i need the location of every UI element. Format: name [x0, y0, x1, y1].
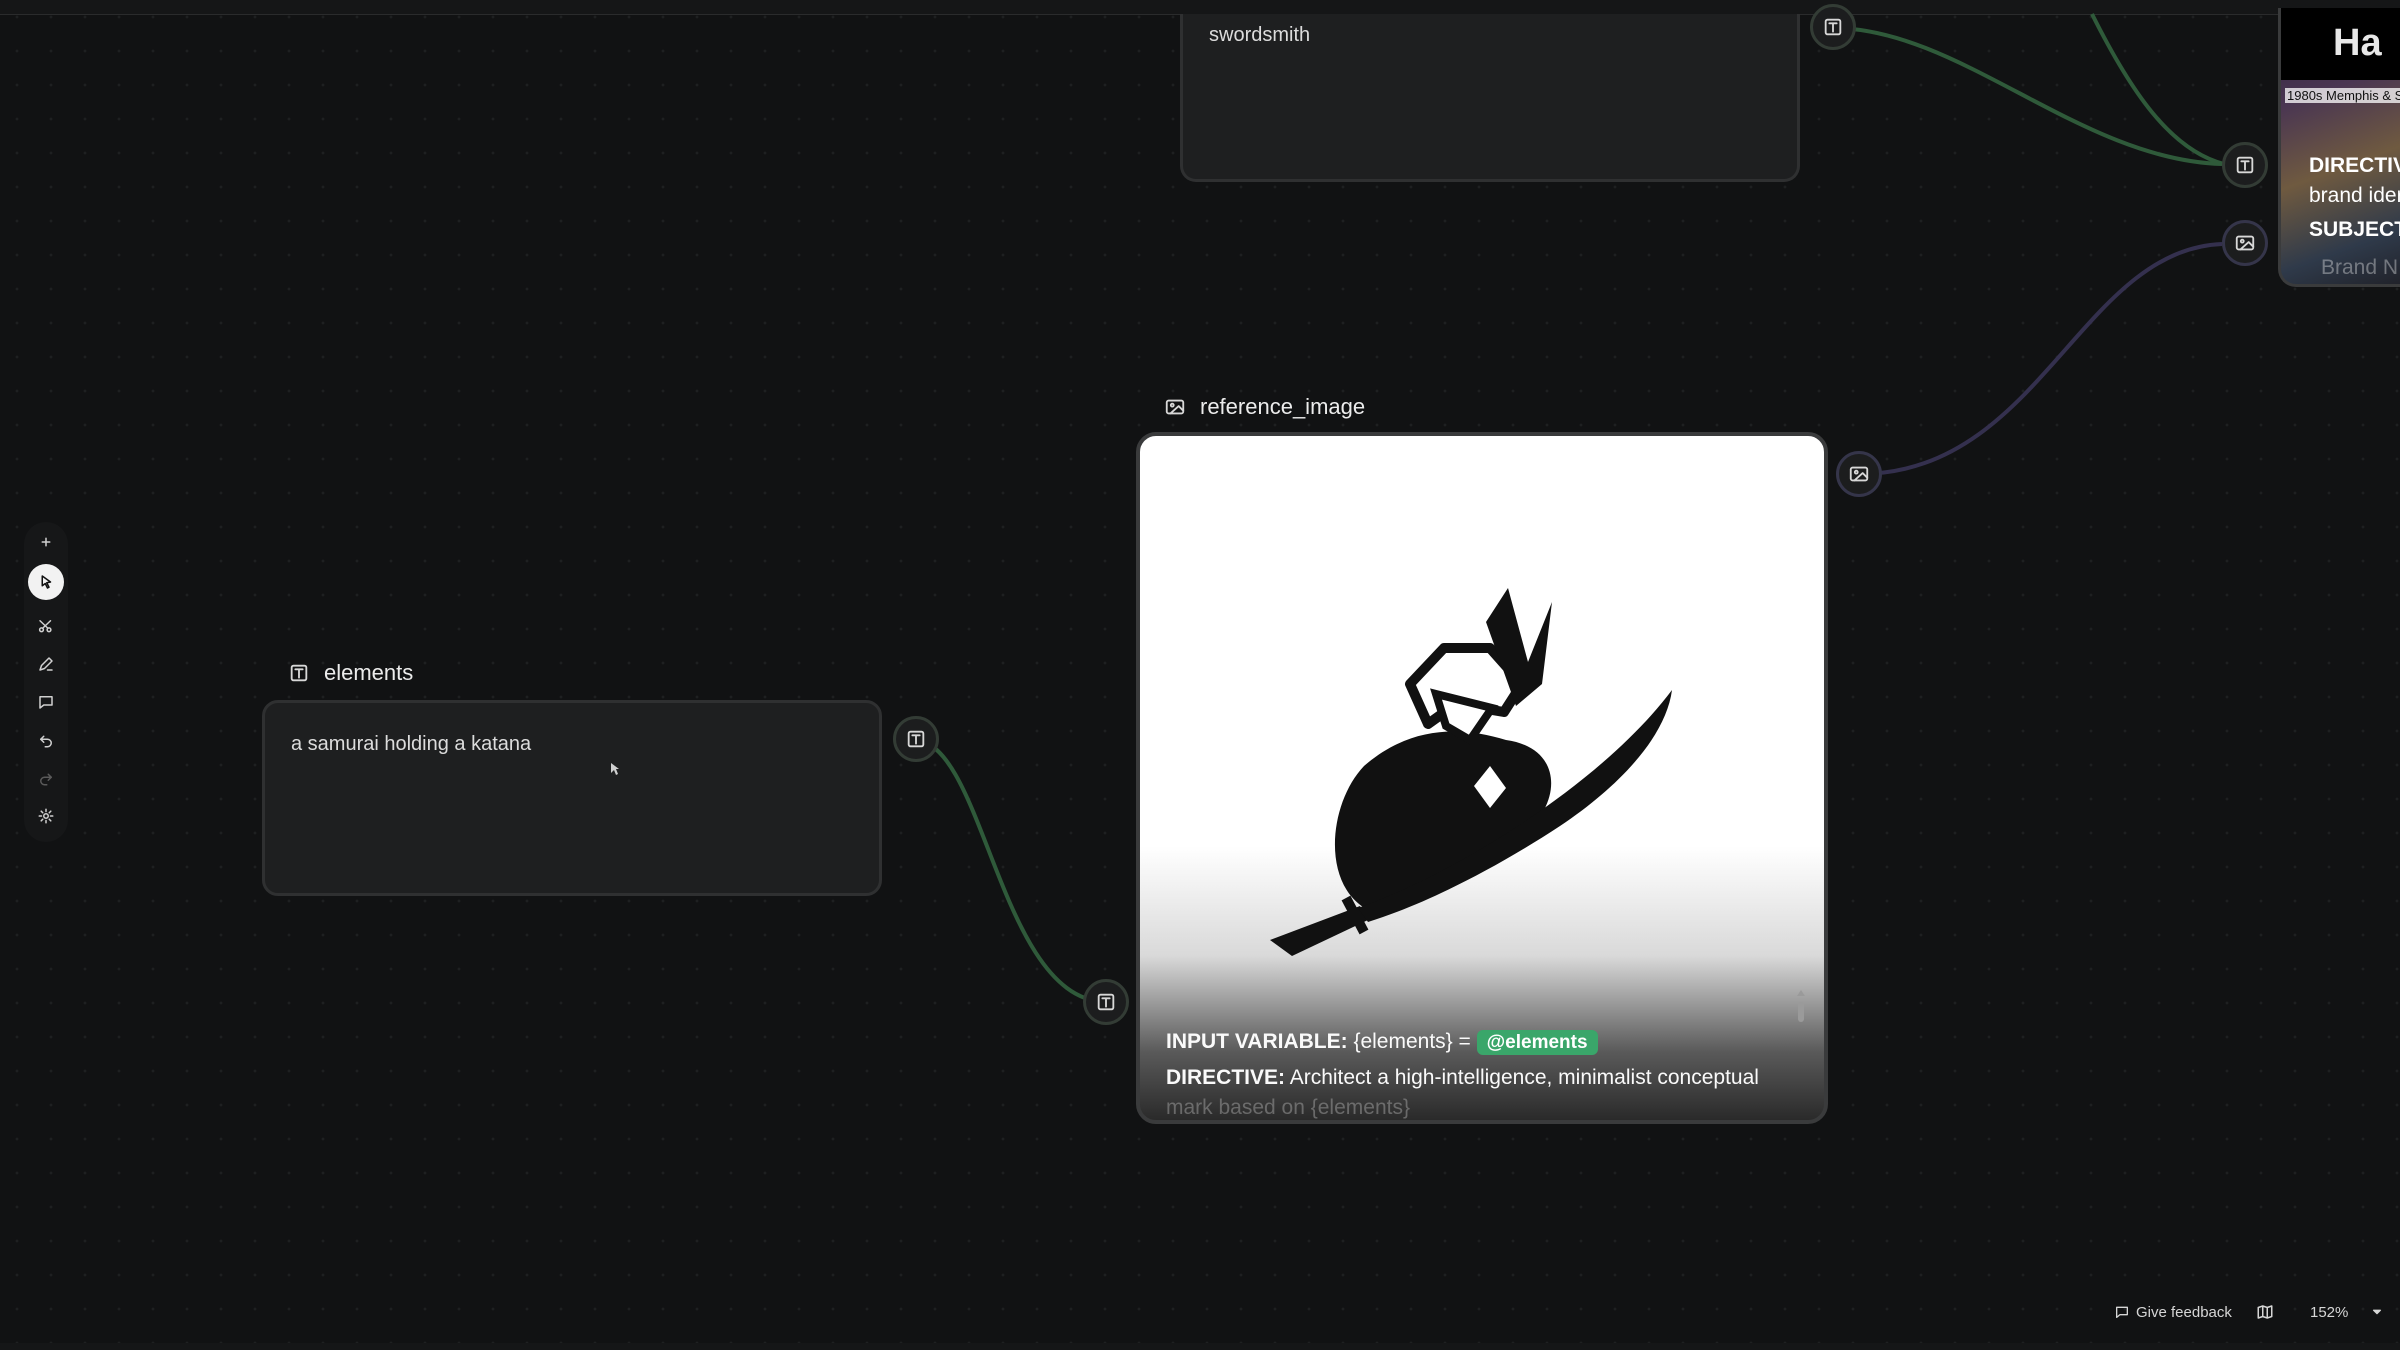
draw-tool-button[interactable]	[32, 650, 60, 678]
preview-logo-text: Ha	[2333, 22, 2382, 64]
preview-line-2: brand ider	[2309, 184, 2400, 207]
elements-text-node[interactable]: a samurai holding a katana	[262, 700, 882, 896]
comment-icon	[39, 696, 53, 709]
wire-top-to-preview	[1832, 26, 2223, 166]
mouse-cursor	[611, 763, 619, 775]
undo-button[interactable]	[32, 726, 60, 754]
elements-output-port[interactable]	[893, 716, 939, 762]
prompt-var-label: INPUT VARIABLE:	[1166, 1030, 1348, 1053]
reference-image-node-title: reference_image	[1164, 394, 1365, 420]
redo-icon	[40, 773, 52, 786]
preview-caption: 1980s Memphis & S	[2285, 88, 2400, 103]
samurai-logo-image	[1270, 588, 1672, 956]
image-output-port[interactable]	[1836, 451, 1882, 497]
prompt-var-value: {elements} =	[1353, 1030, 1471, 1053]
chevron-down-icon	[2373, 1309, 2382, 1315]
image-icon	[1165, 399, 1185, 415]
node-title-label: elements	[324, 660, 414, 685]
preview-line-3: SUBJECT	[2309, 218, 2400, 241]
zoom-dropdown[interactable]: 152%	[2310, 1300, 2384, 1324]
wire-elements-to-image	[915, 738, 1107, 1004]
settings-button[interactable]	[32, 802, 60, 830]
output-preview-node[interactable]: Ha 1980s Memphis & S DIRECTIV brand ider…	[2278, 8, 2400, 287]
zoom-level: 152%	[2310, 1303, 2349, 1321]
text-icon	[907, 730, 925, 748]
preview-line-4: Brand N	[2321, 256, 2399, 279]
minimap-toggle-button[interactable]	[2256, 1300, 2274, 1324]
pointer-icon	[41, 575, 52, 589]
image-input-port[interactable]	[1083, 979, 1129, 1025]
image-icon	[2235, 235, 2255, 251]
cut-tool-button[interactable]	[32, 612, 60, 640]
map-icon	[2257, 1305, 2273, 1319]
prompt-directive-line: DIRECTIVE: Architect a high-intelligence…	[1166, 1066, 1759, 1090]
text-icon	[1097, 993, 1115, 1011]
image-icon	[1849, 466, 1869, 482]
feedback-label: Give feedback	[2136, 1303, 2232, 1321]
elements-node-title: elements	[288, 660, 413, 686]
node-title-label: reference_image	[1200, 394, 1366, 419]
pen-icon	[39, 657, 53, 671]
wire-image-to-preview	[1858, 242, 2223, 476]
prompt-directive-label: DIRECTIVE:	[1166, 1066, 1286, 1089]
plus-icon	[41, 537, 51, 547]
text-icon	[1824, 18, 1842, 36]
bottom-edge	[0, 1343, 2400, 1350]
variable-tag[interactable]: @elements	[1476, 1030, 1598, 1055]
node-text-value: a samurai holding a katana	[291, 733, 532, 755]
wire-top-right-to-preview	[2090, 13, 2225, 166]
redo-button[interactable]	[32, 764, 60, 792]
give-feedback-button[interactable]: Give feedback	[2114, 1300, 2232, 1324]
preview-line-1: DIRECTIV	[2309, 154, 2400, 177]
add-node-button[interactable]	[32, 528, 60, 556]
preview-image-input-port[interactable]	[2222, 220, 2268, 266]
text-icon	[290, 664, 308, 682]
prompt-input-variable-line: INPUT VARIABLE: {elements} = @elements	[1166, 1030, 1598, 1055]
comment-icon	[2116, 1306, 2128, 1318]
select-tool-button[interactable]	[28, 564, 64, 600]
prompt-cutoff-line: mark based on {elements}	[1166, 1096, 1410, 1119]
preview-text-input-port[interactable]	[2222, 142, 2268, 188]
text-icon	[2236, 156, 2254, 174]
gear-icon	[38, 808, 54, 824]
comment-tool-button[interactable]	[32, 688, 60, 716]
undo-icon	[40, 735, 52, 748]
scissors-icon	[38, 620, 52, 633]
prompt-directive-text: Architect a high-intelligence, minimalis…	[1289, 1066, 1759, 1089]
left-toolbar	[24, 522, 68, 842]
scroll-indicator[interactable]	[1796, 988, 1806, 1024]
top-bar	[0, 0, 2400, 15]
node-text-value: swordsmith	[1209, 24, 1311, 46]
text-output-port[interactable]	[1810, 4, 1856, 50]
reference-image-node[interactable]: INPUT VARIABLE: {elements} = @elements D…	[1136, 432, 1828, 1124]
swordsmith-text-node[interactable]: swordsmith	[1180, 14, 1800, 182]
